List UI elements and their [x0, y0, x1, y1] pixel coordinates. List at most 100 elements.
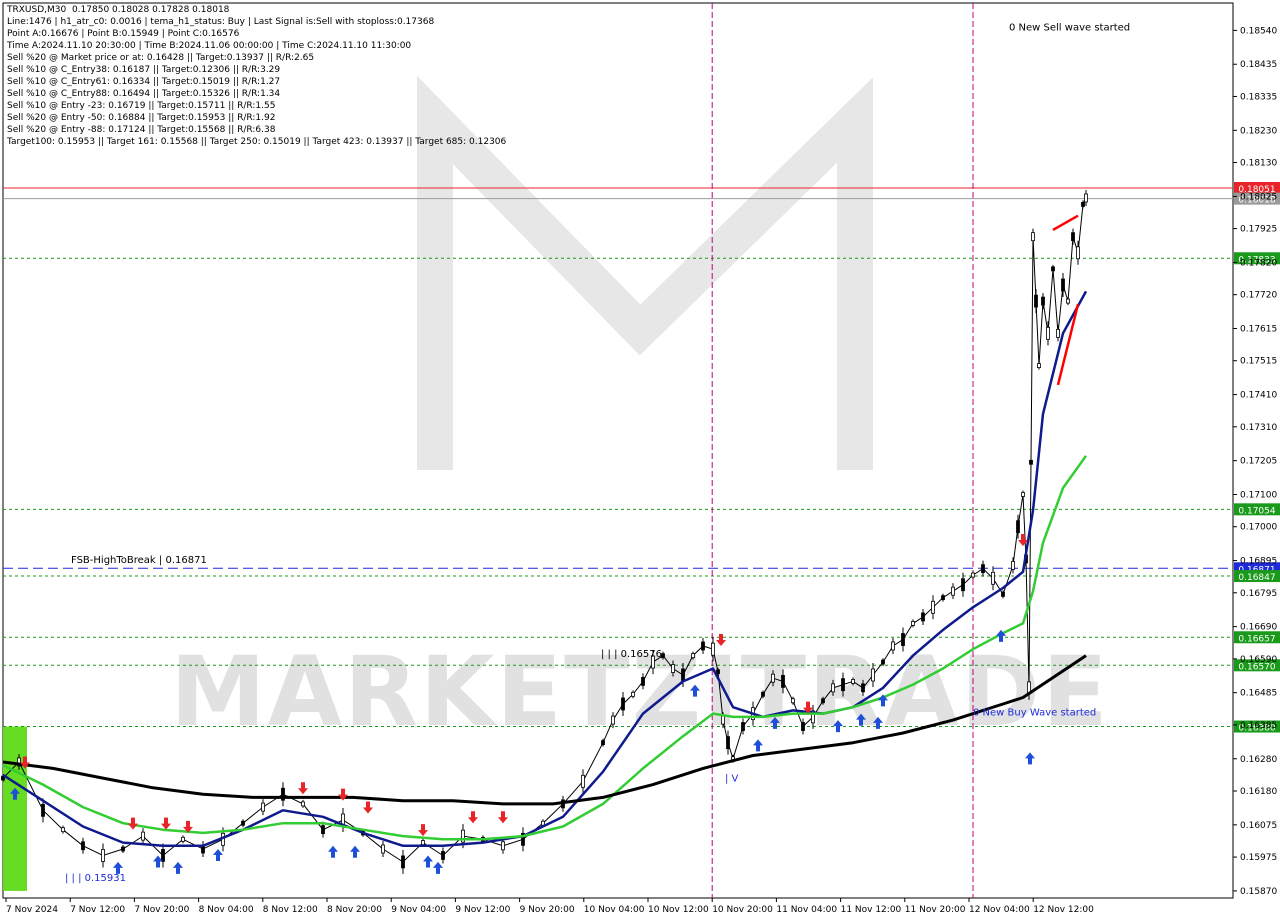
y-tick-label: 0.16590	[1240, 655, 1277, 665]
candle-body	[971, 572, 975, 578]
candle-body	[41, 803, 45, 817]
info-line: Sell %10 @ Entry -23: 0.16719 || Target:…	[7, 101, 276, 111]
info-line: Sell %10 @ C_Entry61: 0.16334 || Target:…	[7, 77, 281, 87]
y-tick-label: 0.17925	[1240, 225, 1277, 235]
candle-body	[241, 820, 245, 826]
candle-body	[641, 677, 645, 686]
y-tick-label: 0.18230	[1240, 126, 1277, 136]
y-tick-label: 0.18335	[1240, 92, 1277, 102]
candle-body	[716, 669, 720, 675]
candle-body	[321, 825, 325, 835]
y-tick-label: 0.15975	[1240, 853, 1277, 863]
x-tick-label: 7 Nov 20:00	[134, 905, 189, 915]
candle-body	[381, 844, 385, 854]
candle-body	[726, 736, 730, 750]
chart-annotation: | | | 0.15931	[65, 873, 126, 884]
candle-body	[711, 642, 715, 656]
candle-body	[801, 722, 805, 731]
x-tick-label: 12 Nov 04:00	[969, 905, 1030, 915]
candle-body	[631, 691, 635, 697]
info-line: Sell %10 @ C_Entry38: 0.16187 || Target:…	[7, 65, 281, 75]
candle-body	[1001, 592, 1005, 597]
info-line: Sell %10 @ C_Entry88: 0.16494 || Target:…	[7, 89, 281, 99]
x-tick-label: 8 Nov 20:00	[327, 905, 382, 915]
candle-body	[911, 621, 915, 626]
x-tick-label: 7 Nov 2024	[6, 905, 58, 915]
candle-body	[741, 722, 745, 731]
y-tick-label: 0.17820	[1240, 258, 1277, 268]
y-tick-label: 0.16690	[1240, 623, 1277, 633]
candle-body	[921, 612, 925, 622]
chart-annotation: 0 New Buy Wave started	[973, 707, 1096, 718]
y-tick-label: 0.17720	[1240, 291, 1277, 301]
y-tick-label: 0.17000	[1240, 523, 1277, 533]
candle-body	[701, 641, 705, 651]
chart-annotation: 0 New Sell wave started	[1009, 22, 1130, 33]
chart-annotation: | | | 0.16576	[601, 649, 662, 660]
y-tick-label: 0.15870	[1240, 887, 1277, 897]
candle-body	[141, 831, 145, 841]
x-tick-label: 12 Nov 12:00	[1033, 905, 1094, 915]
level-price-label: 0.16847	[1238, 573, 1275, 583]
candle-body	[611, 715, 615, 725]
candle-body	[841, 678, 845, 692]
candle-body	[781, 675, 785, 688]
candle-body	[861, 683, 865, 693]
y-tick-label: 0.16795	[1240, 589, 1277, 599]
y-tick-label: 0.17310	[1240, 423, 1277, 433]
x-tick-label: 11 Nov 20:00	[905, 905, 966, 915]
candle-body	[1071, 232, 1075, 242]
candle-body	[721, 715, 725, 725]
candle-body	[961, 578, 965, 592]
info-line: Line:1476 | h1_atr_c0: 0.0016 | tema_h1_…	[7, 17, 435, 27]
x-tick-label: 7 Nov 12:00	[70, 905, 125, 915]
candle-body	[1041, 296, 1045, 306]
level-price-label: 0.17054	[1238, 506, 1275, 516]
candle-body	[691, 653, 695, 659]
candle-body	[181, 836, 185, 842]
candle-body	[301, 801, 305, 807]
candle-body	[441, 851, 445, 860]
candle-body	[81, 841, 85, 851]
y-tick-label: 0.17410	[1240, 391, 1277, 401]
y-tick-label: 0.18025	[1240, 192, 1277, 202]
y-tick-label: 0.17100	[1240, 490, 1277, 500]
y-tick-label: 0.16180	[1240, 787, 1277, 797]
x-tick-label: 8 Nov 04:00	[199, 905, 254, 915]
info-line: Time A:2024.11.10 20:30:00 | Time B:2024…	[7, 41, 412, 51]
y-tick-label: 0.16895	[1240, 557, 1277, 567]
y-tick-label: 0.17615	[1240, 325, 1277, 335]
candle-body	[1034, 294, 1038, 308]
candle-body	[1051, 266, 1055, 272]
info-line: Point A:0.16676 | Point B:0.15949 | Poin…	[7, 29, 240, 39]
y-tick-label: 0.16485	[1240, 689, 1277, 699]
y-tick-label: 0.18540	[1240, 26, 1277, 36]
candle-body	[1066, 298, 1070, 304]
candle-body	[1031, 232, 1035, 242]
level-price-label: 0.16657	[1238, 634, 1275, 644]
candle-body	[261, 802, 265, 812]
candle-body	[981, 564, 985, 574]
y-tick-label: 0.17515	[1240, 357, 1277, 367]
candle-body	[601, 740, 605, 746]
candle-body	[161, 849, 165, 862]
x-tick-label: 9 Nov 04:00	[391, 905, 446, 915]
info-line: TRXUSD,M30 0.17850 0.18028 0.17828 0.180…	[7, 5, 230, 15]
candle-body	[1046, 326, 1050, 340]
candle-body	[1037, 363, 1041, 368]
candle-body	[901, 633, 905, 646]
candle-body	[821, 698, 825, 704]
candle-body	[851, 679, 855, 684]
candle-body	[121, 846, 125, 852]
candle-body	[1076, 246, 1080, 260]
candle-body	[881, 659, 885, 665]
candle-body	[1021, 492, 1025, 497]
candle-body	[1016, 520, 1020, 534]
candle-body	[761, 691, 765, 697]
candle-body	[61, 827, 65, 833]
candle-body	[581, 774, 585, 788]
candle-body	[1029, 459, 1033, 465]
candle-body	[991, 571, 995, 585]
candle-body	[951, 586, 955, 596]
x-tick-label: 10 Nov 12:00	[648, 905, 709, 915]
